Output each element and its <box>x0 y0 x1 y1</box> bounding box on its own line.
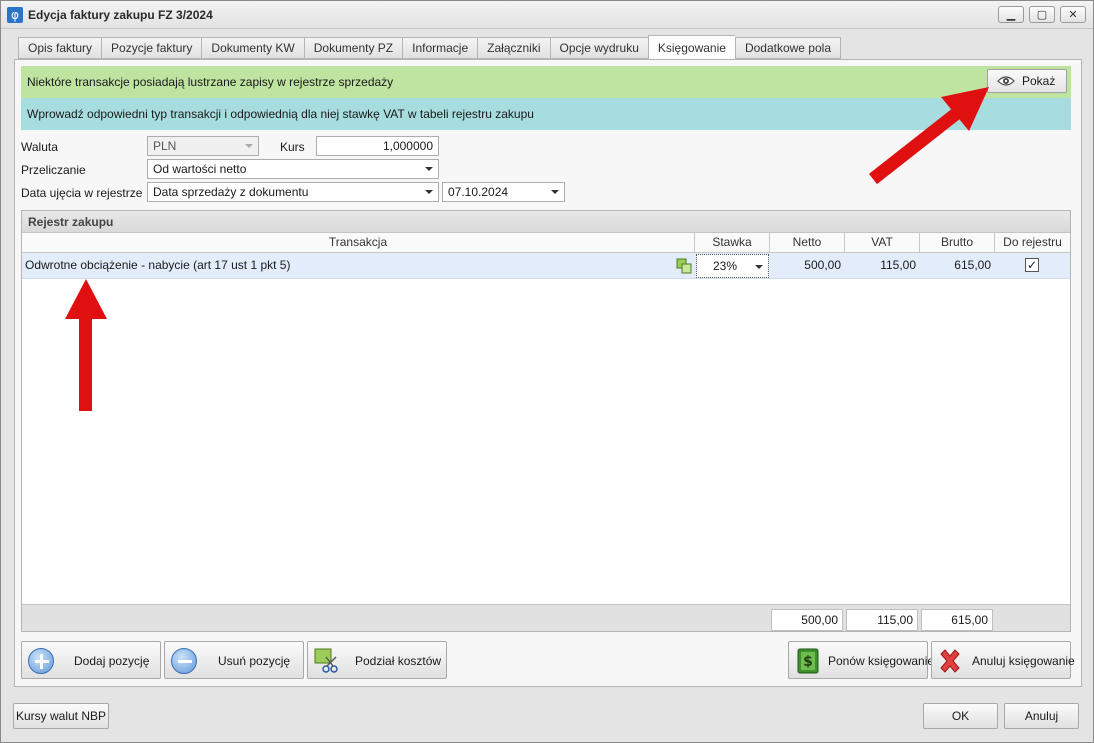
eye-icon <box>997 76 1015 86</box>
gross-cell[interactable]: 615,00 <box>920 253 995 278</box>
window-title: Edycja faktury zakupu FZ 3/2024 <box>28 8 213 22</box>
total-vat: 115,00 <box>846 609 918 631</box>
minus-icon <box>171 648 197 674</box>
mirror-entry-icon[interactable] <box>676 258 692 274</box>
tab-dokumenty-kw[interactable]: Dokumenty KW <box>201 37 304 59</box>
rate-label: Kurs <box>280 140 305 154</box>
cost-split-button[interactable]: Podział kosztów <box>307 641 447 679</box>
register-date-picker[interactable]: 07.10.2024 <box>442 182 565 202</box>
chevron-down-icon <box>425 167 433 171</box>
show-button[interactable]: Pokaż <box>987 69 1067 93</box>
mirror-notice-banner: Niektóre transakcje posiadają lustrzane … <box>21 66 1071 98</box>
tab-dokumenty-pz[interactable]: Dokumenty PZ <box>303 37 403 59</box>
cancel-posting-button[interactable]: Anuluj księgowanie <box>931 641 1075 679</box>
column-header-net[interactable]: Netto <box>770 233 845 253</box>
cancel-posting-label: Anuluj księgowanie <box>972 654 1075 668</box>
chevron-down-icon <box>755 265 763 269</box>
rate-value: 23% <box>713 259 738 273</box>
tab-opcje-wydruku[interactable]: Opcje wydruku <box>549 37 648 59</box>
vat-cell[interactable]: 115,00 <box>845 253 920 278</box>
totals-bar: 500,00 115,00 615,00 <box>22 604 1070 631</box>
chevron-down-icon <box>425 190 433 194</box>
register-date-mode-value: Data sprzedaży z dokumentu <box>153 185 309 199</box>
chevron-down-icon <box>245 144 253 148</box>
ok-button[interactable]: OK <box>923 703 998 729</box>
register-date-value: 07.10.2024 <box>448 185 509 199</box>
recalc-select[interactable]: Od wartości netto <box>147 159 439 179</box>
money-book-icon: $ <box>797 648 819 674</box>
transaction-cell[interactable]: Odwrotne obciążenie - nabycie (art 17 us… <box>25 253 665 278</box>
register-title: Rejestr zakupu <box>22 211 1070 233</box>
to-register-checkbox[interactable]: ✓ <box>1025 258 1039 272</box>
add-item-label: Dodaj pozycję <box>74 654 150 668</box>
remove-item-label: Usuń pozycję <box>218 654 291 668</box>
chevron-down-icon <box>551 190 559 194</box>
scissors-icon <box>314 648 338 673</box>
cancel-button[interactable]: Anuluj <box>1004 703 1079 729</box>
column-header-rate[interactable]: Stawka <box>695 233 770 253</box>
show-button-label: Pokaż <box>1022 74 1056 88</box>
currency-value: PLN <box>153 139 177 153</box>
title-bar[interactable]: φ Edycja faktury zakupu FZ 3/2024 ▁ ▢ ✕ <box>1 1 1093 29</box>
maximize-button[interactable]: ▢ <box>1029 6 1055 23</box>
svg-text:$: $ <box>803 654 813 670</box>
nbp-rates-button[interactable]: Kursy walut NBP <box>13 703 109 729</box>
repost-label: Ponów księgowanie <box>828 654 935 668</box>
tab-informacje[interactable]: Informacje <box>402 37 478 59</box>
minimize-button[interactable]: ▁ <box>998 6 1024 23</box>
total-gross: 615,00 <box>921 609 993 631</box>
total-net: 500,00 <box>771 609 843 631</box>
tab-ksiegowanie[interactable]: Księgowanie <box>647 35 735 59</box>
mirror-notice-text: Niektóre transakcje posiadają lustrzane … <box>27 75 394 89</box>
tab-zalaczniki[interactable]: Załączniki <box>477 37 550 59</box>
register-date-label: Data ujęcia w rejestrze <box>21 186 143 200</box>
column-header-transaction[interactable]: Transakcja <box>22 233 695 253</box>
tab-strip: Opis faktury Pozycje faktury Dokumenty K… <box>18 35 841 59</box>
currency-select[interactable]: PLN <box>147 136 259 156</box>
column-header-to-register[interactable]: Do rejestru <box>995 233 1070 253</box>
tab-dodatkowe-pola[interactable]: Dodatkowe pola <box>734 37 841 59</box>
plus-icon <box>28 648 54 674</box>
exchange-rate-input[interactable]: 1,000000 <box>316 136 439 156</box>
recalc-value: Od wartości netto <box>153 162 247 176</box>
repost-button[interactable]: $ Ponów księgowanie <box>788 641 934 679</box>
add-item-button[interactable]: Dodaj pozycję <box>21 641 161 679</box>
tab-pozycje-faktury[interactable]: Pozycje faktury <box>101 37 202 59</box>
cost-split-label: Podział kosztów <box>355 654 442 668</box>
net-cell[interactable]: 500,00 <box>770 253 845 278</box>
column-header-gross[interactable]: Brutto <box>920 233 995 253</box>
currency-label: Waluta <box>21 140 58 154</box>
purchase-register-grid: Rejestr zakupu Transakcja Stawka Netto V… <box>21 210 1071 632</box>
instruction-text: Wprowadź odpowiedni typ transakcji i odp… <box>27 107 534 121</box>
table-row[interactable]: Odwrotne obciążenie - nabycie (art 17 us… <box>22 253 1070 279</box>
register-date-mode-select[interactable]: Data sprzedaży z dokumentu <box>147 182 439 202</box>
instruction-banner: Wprowadź odpowiedni typ transakcji i odp… <box>21 98 1071 130</box>
posting-panel: Niektóre transakcje posiadają lustrzane … <box>14 59 1082 687</box>
rate-select[interactable]: 23% <box>696 254 769 278</box>
app-logo-icon: φ <box>7 7 23 23</box>
tab-opis-faktury[interactable]: Opis faktury <box>18 37 102 59</box>
remove-item-button[interactable]: Usuń pozycję <box>164 641 304 679</box>
close-button[interactable]: ✕ <box>1060 6 1086 23</box>
column-header-vat[interactable]: VAT <box>845 233 920 253</box>
invoice-edit-window: φ Edycja faktury zakupu FZ 3/2024 ▁ ▢ ✕ … <box>0 0 1094 743</box>
recalc-label: Przeliczanie <box>21 163 86 177</box>
red-x-icon <box>940 649 960 673</box>
